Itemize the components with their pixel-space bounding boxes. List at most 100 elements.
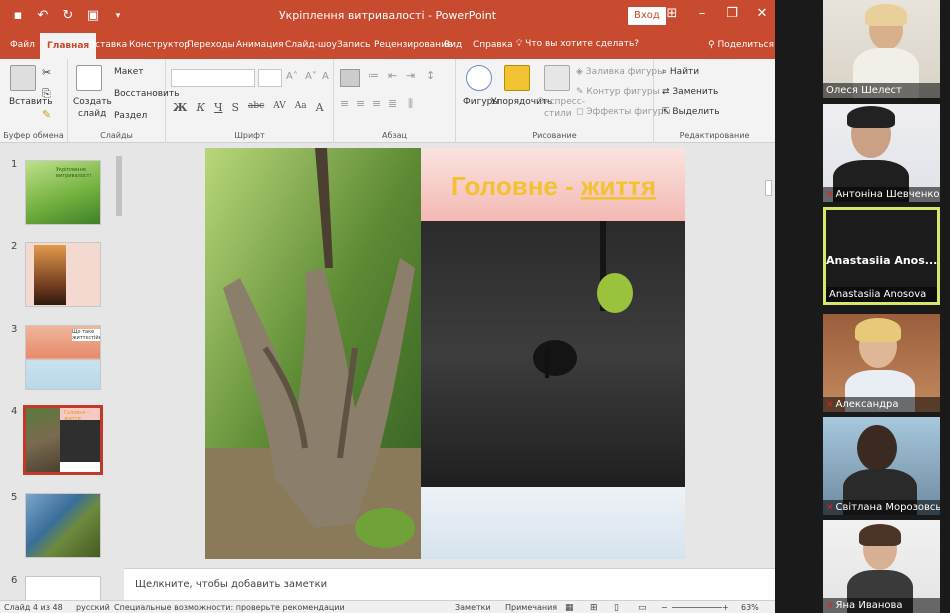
sign-in-button[interactable]: Вход	[628, 7, 666, 25]
line-spacing-icon[interactable]: ↕	[426, 69, 435, 82]
reading-view-icon[interactable]: ▯	[614, 603, 619, 613]
share-button[interactable]: ⚲ Поделиться	[708, 40, 774, 50]
quick-styles-icon[interactable]	[544, 65, 570, 91]
new-slide-icon[interactable]	[76, 65, 102, 91]
shape-fill-button[interactable]: ◈ Заливка фигуры	[576, 67, 664, 77]
participant-tile-3-active-speaker[interactable]: Anastasiia Anos... Anastasiia Anosova	[823, 207, 940, 305]
tab-file[interactable]: Файл	[10, 40, 35, 50]
bullets-icon[interactable]	[340, 69, 360, 87]
thumbnail-scroll-thumb[interactable]	[116, 156, 122, 216]
slide-thumbnail-3[interactable]: Що таке життєстійкість?	[25, 325, 101, 390]
bottom-block	[421, 487, 685, 559]
replace-button[interactable]: ⇄ Заменить	[662, 87, 718, 97]
notes-pane[interactable]: Щелкните, чтобы добавить заметки	[124, 568, 775, 600]
tab-review[interactable]: Рецензирование	[374, 40, 452, 50]
zoom-out-icon[interactable]: −	[661, 603, 668, 612]
language-indicator[interactable]: русский	[76, 603, 110, 612]
tab-animations[interactable]: Анимация	[236, 40, 284, 50]
participant-tile-4[interactable]: ✕ Александра	[823, 314, 940, 412]
decrease-font-icon[interactable]: A˅	[305, 71, 317, 82]
change-case-button[interactable]: Aa	[295, 101, 307, 114]
increase-font-icon[interactable]: A˄	[286, 71, 298, 82]
numbering-icon[interactable]: ≔	[368, 69, 379, 82]
tab-help[interactable]: Справка	[473, 40, 513, 50]
comments-toggle[interactable]: Примечания	[505, 603, 557, 612]
italic-button[interactable]: К	[196, 101, 205, 114]
participant-tile-1[interactable]: Олеся Шелест	[823, 0, 940, 98]
thumbnail-number: 5	[11, 492, 18, 503]
slide-edit-area: Головне - життя	[124, 144, 775, 568]
quick-styles-button[interactable]: Экспресс-	[538, 97, 585, 107]
tab-record[interactable]: Запись	[337, 40, 370, 50]
title-bar: ▪ ↶ ↻ ▣ ▾ Укріплення витривалості - Powe…	[0, 0, 775, 33]
close-icon[interactable]: ✕	[755, 6, 769, 21]
new-slide-button[interactable]: Создать	[73, 97, 112, 107]
decrease-indent-icon[interactable]: ⇤	[388, 69, 397, 82]
increase-indent-icon[interactable]: ⇥	[406, 69, 415, 82]
participant-tile-6[interactable]: ✕ Яна Иванова	[823, 520, 940, 613]
shape-outline-button[interactable]: ✎ Контур фигуры	[576, 87, 660, 97]
shadow-button[interactable]: S	[231, 101, 239, 114]
accessibility-checker[interactable]: Специальные возможности: проверьте реком…	[114, 603, 345, 612]
section-button[interactable]: Раздел	[114, 111, 147, 121]
font-size-box[interactable]	[258, 69, 282, 87]
select-button[interactable]: ⇱ Выделить	[662, 107, 720, 117]
font-color-button[interactable]: A	[316, 101, 324, 114]
tab-transitions[interactable]: Переходы	[187, 40, 235, 50]
bold-button[interactable]: Ж	[173, 101, 187, 114]
font-name-box[interactable]	[171, 69, 255, 87]
tab-view[interactable]: Вид	[444, 40, 462, 50]
slide-thumbnail-pane: 1 Укріплення витривалості 2 3 Що таке жи…	[0, 144, 124, 602]
copy-icon[interactable]: ⎘	[42, 87, 51, 101]
restore-icon[interactable]: ❐	[725, 6, 739, 21]
shapes-icon[interactable]	[466, 65, 492, 91]
justify-icon[interactable]: ≣	[388, 97, 397, 110]
slide-thumbnail-4[interactable]: Головне - життя	[23, 405, 103, 475]
char-spacing-button[interactable]: AV	[273, 101, 286, 114]
format-painter-icon[interactable]: ✎	[42, 108, 51, 121]
slide-title[interactable]: Головне - життя	[451, 171, 656, 201]
slide-sorter-icon[interactable]: ⊞	[590, 603, 598, 613]
find-button[interactable]: ⌕ Найти	[662, 67, 699, 77]
strikethrough-button[interactable]: abc	[248, 101, 264, 114]
ribbon-display-options-icon[interactable]: ⊞	[665, 6, 679, 21]
tab-home[interactable]: Главная	[40, 33, 97, 60]
align-right-icon[interactable]: ≡	[372, 97, 381, 110]
tab-insert[interactable]: Вставка	[89, 40, 127, 50]
cut-icon[interactable]: ✂	[42, 66, 51, 79]
thumbnail-number: 6	[11, 575, 18, 586]
clear-formatting-icon[interactable]: A	[322, 71, 329, 82]
align-center-icon[interactable]: ≡	[356, 97, 365, 110]
arrange-icon[interactable]	[504, 65, 530, 91]
slide-thumbnail-1[interactable]: Укріплення витривалості	[25, 160, 101, 225]
notes-placeholder[interactable]: Щелкните, чтобы добавить заметки	[135, 579, 327, 590]
thumbnail-scrollbar[interactable]	[114, 144, 124, 602]
zoom-in-icon[interactable]: +	[722, 603, 729, 612]
slide-scrollbar[interactable]	[763, 144, 775, 568]
clipboard-group: Вставить ✂ ⎘ ✎ Буфер обмена	[0, 59, 68, 143]
participant-hair	[859, 524, 901, 546]
paste-icon[interactable]	[10, 65, 36, 91]
ribbon: Вставить ✂ ⎘ ✎ Буфер обмена Создать слай…	[0, 59, 775, 143]
slide-thumbnail-6[interactable]	[25, 576, 101, 602]
participant-tile-5[interactable]: ✕ Світлана Морозовсь...	[823, 417, 940, 515]
participant-name-center: Anastasiia Anos...	[826, 254, 938, 267]
tell-me-search[interactable]: 💡︎ Что вы хотите сделать?	[516, 39, 639, 49]
columns-icon[interactable]: ⫼	[408, 97, 413, 111]
normal-view-icon[interactable]: ▦	[565, 603, 574, 613]
zoom-slider[interactable]	[672, 607, 722, 608]
participant-tile-2[interactable]: ✕ Антоніна Шевченко	[823, 104, 940, 202]
slide-thumbnail-2[interactable]	[25, 242, 101, 307]
layout-button[interactable]: Макет	[114, 67, 144, 77]
current-slide[interactable]: Головне - життя	[205, 148, 685, 559]
align-left-icon[interactable]: ≡	[340, 97, 349, 110]
tab-slideshow[interactable]: Слайд-шоу	[285, 40, 337, 50]
tab-design[interactable]: Конструктор	[129, 40, 190, 50]
slide-thumbnail-5[interactable]	[25, 493, 101, 558]
slide-scroll-thumb[interactable]	[765, 180, 772, 196]
notes-toggle[interactable]: Заметки	[455, 603, 491, 612]
slideshow-icon[interactable]: ▭	[638, 603, 647, 613]
underline-button[interactable]: Ч	[214, 101, 223, 114]
zoom-level[interactable]: 63%	[741, 603, 759, 612]
minimize-icon[interactable]: –	[695, 6, 709, 21]
